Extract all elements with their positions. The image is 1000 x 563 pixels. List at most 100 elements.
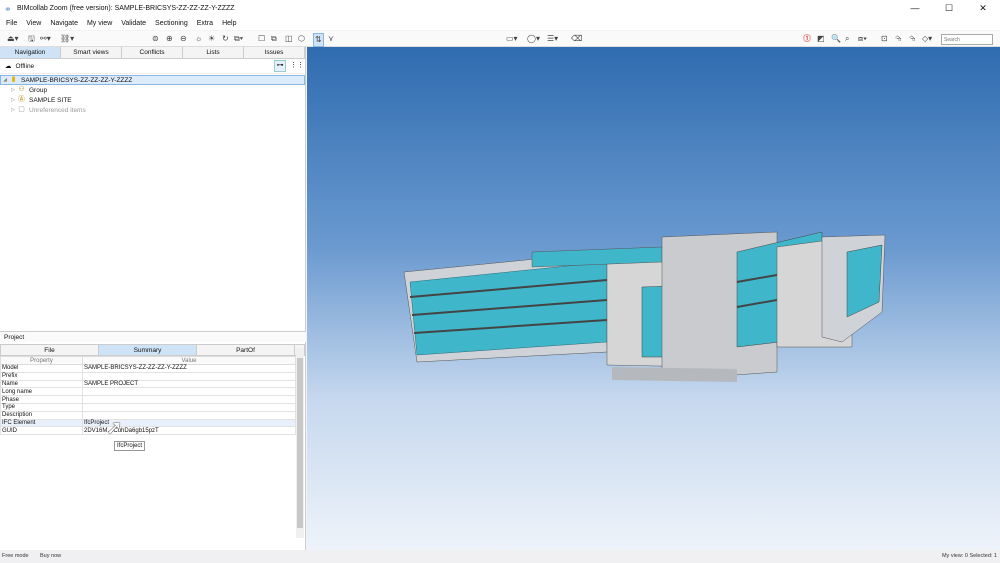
tree-label: SAMPLE-BRICSYS-ZZ-ZZ-ZZ-Y-ZZZZ — [21, 76, 133, 84]
find-icon[interactable]: 🔍 — [831, 33, 841, 45]
site-icon: Ⓐ — [18, 96, 25, 103]
scrollbar-thumb[interactable] — [297, 358, 303, 528]
property-name: Long name — [0, 387, 83, 397]
app-logo-icon: ⚭ — [4, 3, 12, 14]
tree-node-model[interactable]: ◢ ▮ SAMPLE-BRICSYS-ZZ-ZZ-ZZ-Y-ZZZZ — [0, 75, 305, 85]
3d-viewport[interactable] — [307, 47, 1000, 550]
tree-node-unreferenced[interactable]: ▷ ▢ Unreferenced items — [0, 105, 305, 115]
tag-multi-icon[interactable]: ⮲ — [909, 33, 915, 45]
line-style-icon[interactable]: ▭▾ — [506, 33, 518, 45]
properties-panel: Project File Summary PartOf › PropertyVa… — [0, 331, 306, 538]
tab-conflicts[interactable]: Conflicts — [122, 47, 183, 58]
property-value: SAMPLE-BRICSYS-ZZ-ZZ-ZZ-Y-ZZZZ — [82, 364, 296, 373]
tag-icon[interactable]: ⮲ — [895, 33, 901, 45]
cloud-icon: ☁ — [5, 63, 12, 70]
column-header-property: Property — [0, 356, 83, 365]
search-input[interactable] — [941, 34, 993, 45]
tree-node-site[interactable]: ▷ Ⓐ SAMPLE SITE — [0, 95, 305, 105]
expand-icon[interactable]: ▷ — [9, 87, 17, 93]
hide-icon[interactable]: ◇▾ — [922, 33, 932, 45]
list-view-icon[interactable]: ⋮⋮ — [289, 60, 304, 72]
expand-icon[interactable]: ◩ — [817, 33, 825, 45]
view-box-icon[interactable]: ☐ — [258, 33, 265, 45]
table-row[interactable]: Long name — [0, 387, 296, 397]
table-row[interactable]: Phase — [0, 395, 296, 404]
mouse-cursor-icon: ➚ — [106, 417, 123, 439]
zoom-out-icon[interactable]: ⊖ — [180, 33, 187, 45]
table-row[interactable]: IFC Element IfcProject — [0, 418, 296, 428]
tab-lists[interactable]: Lists — [183, 47, 244, 58]
table-row[interactable]: Model SAMPLE-BRICSYS-ZZ-ZZ-ZZ-Y-ZZZZ — [0, 364, 296, 373]
close-button[interactable]: ✕ — [966, 0, 1000, 17]
table-row[interactable]: GUID 2DV16M…CuhDa6gb15pzT — [0, 426, 296, 436]
warning-icon[interactable]: ⓵ — [803, 33, 811, 45]
property-name: IFC Element — [0, 418, 83, 428]
menu-my-view[interactable]: My view — [87, 20, 112, 27]
building-east-wing — [736, 231, 886, 348]
link-icon[interactable]: ⛓▾ — [60, 33, 74, 45]
eraser-icon[interactable]: ⌫ — [571, 33, 582, 45]
menu-extra[interactable]: Extra — [197, 20, 213, 27]
file-icon: ▮ — [11, 76, 16, 83]
title-bar: ⚭ BIMcollab Zoom (free version): SAMPLE-… — [0, 0, 1000, 17]
buy-now-link[interactable]: Buy now — [40, 550, 61, 563]
building-west-wing — [403, 251, 608, 363]
layers-icon[interactable]: ⧈▾ — [858, 33, 867, 45]
property-name: Type — [0, 402, 83, 412]
tab-smart-views[interactable]: Smart views — [61, 47, 122, 58]
bookmark-icon[interactable]: ⊡ — [881, 33, 888, 45]
tree-view-icon[interactable]: ⊶ — [274, 60, 286, 72]
property-value: SAMPLE PROJECT — [82, 379, 296, 389]
shape-icon[interactable]: ◯▾ — [527, 33, 540, 45]
tree-label: SAMPLE SITE — [29, 96, 72, 104]
expand-icon[interactable]: ▷ — [9, 107, 17, 113]
fly-icon[interactable]: ⋎ — [328, 33, 334, 45]
property-name: Model — [0, 364, 83, 373]
tree-label: Group — [29, 86, 48, 94]
tab-issues[interactable]: Issues — [244, 47, 305, 58]
menu-bar: File View Navigate My view Validate Sect… — [0, 17, 1000, 30]
table-row[interactable]: Name SAMPLE PROJECT — [0, 379, 296, 389]
tab-navigation[interactable]: Navigation — [0, 47, 61, 58]
building-model — [403, 231, 886, 382]
menu-file[interactable]: File — [6, 20, 17, 27]
tab-partof[interactable]: PartOf — [197, 345, 295, 355]
menu-validate[interactable]: Validate — [121, 20, 146, 27]
zoom-fit-icon[interactable]: ⊜ — [152, 33, 159, 45]
sun-icon[interactable]: ☀ — [208, 33, 215, 45]
tab-file[interactable]: File — [1, 345, 99, 355]
properties-scrollbar[interactable] — [296, 348, 304, 538]
zoom-in-icon[interactable]: ⊕ — [166, 33, 173, 45]
menu-view[interactable]: View — [26, 20, 41, 27]
selection-status: My view: 0 Selected: 1 — [941, 553, 997, 559]
maximize-button[interactable]: ☐ — [932, 0, 966, 17]
open-model-icon[interactable]: ⏏▾ — [7, 33, 19, 45]
expand-icon[interactable]: ▷ — [9, 97, 17, 103]
property-name: GUID — [0, 426, 83, 436]
table-row[interactable]: Prefix — [0, 371, 296, 381]
collapse-icon[interactable]: ◢ — [1, 77, 9, 83]
camera-icon[interactable]: ⧉▾ — [234, 33, 243, 45]
table-row[interactable]: Description — [0, 410, 296, 420]
menu-sectioning[interactable]: Sectioning — [155, 20, 188, 27]
menu-navigate[interactable]: Navigate — [50, 20, 78, 27]
window-title: BIMcollab Zoom (free version): SAMPLE-BR… — [17, 5, 235, 12]
share-icon[interactable]: ⚯▾ — [40, 33, 51, 45]
save-icon[interactable]: 🖫 — [28, 33, 35, 45]
model-tree: ◢ ▮ SAMPLE-BRICSYS-ZZ-ZZ-ZZ-Y-ZZZZ ▷ ⚇ Group… — [0, 74, 305, 115]
menu-help[interactable]: Help — [222, 20, 236, 27]
light-icon[interactable]: ☼ — [195, 33, 202, 45]
orbit-icon[interactable]: ⇅ — [313, 33, 324, 47]
cube-icon[interactable]: ⬡ — [298, 33, 305, 45]
line-weight-icon[interactable]: ☰▾ — [547, 33, 558, 45]
find-text-icon[interactable]: ⌕ — [845, 33, 849, 45]
properties-table: Property Value Model SAMPLE-BRICSYS-ZZ-ZZ-… — [0, 356, 296, 436]
minimize-button[interactable]: — — [898, 0, 932, 17]
table-row[interactable]: Type — [0, 402, 296, 412]
property-name: Prefix — [0, 371, 83, 381]
tree-node-group[interactable]: ▷ ⚇ Group — [0, 85, 305, 95]
view-copy-icon[interactable]: ⧉ — [271, 33, 277, 45]
tab-summary[interactable]: Summary — [99, 345, 197, 355]
section-icon[interactable]: ◫ — [285, 33, 293, 45]
rotate-icon[interactable]: ↻ — [222, 33, 229, 45]
